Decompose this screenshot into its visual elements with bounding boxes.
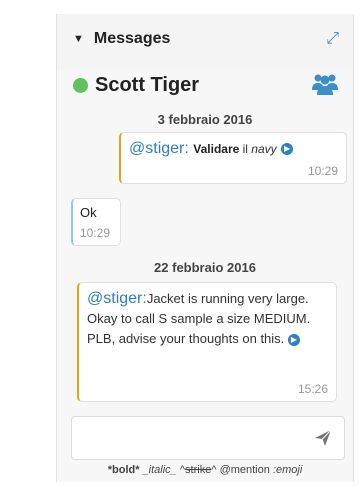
arrow-right-circle-icon[interactable]: ▶ bbox=[287, 333, 300, 346]
message-bubble-outgoing: @stiger: Validare il navy ▶ 10:29 bbox=[119, 132, 347, 184]
date-separator: 22 febbraio 2016 bbox=[154, 260, 256, 275]
expand-icon[interactable]: ⤢ bbox=[326, 30, 339, 48]
hint-italic: _italic_ bbox=[142, 464, 177, 476]
message-text: @stiger: Validare il navy ▶ bbox=[129, 140, 294, 158]
message-bubble-incoming: Ok 10:29 bbox=[71, 198, 121, 246]
online-status-icon bbox=[73, 78, 88, 93]
formatting-hint: *bold* _italic_ ^strike^ @mention :emoji bbox=[57, 464, 353, 476]
date-separator: 3 febbraio 2016 bbox=[157, 112, 253, 127]
panel-title: Messages bbox=[93, 30, 171, 47]
message-timestamp: 15:26 bbox=[297, 382, 328, 396]
hint-strike-close: ^ bbox=[211, 464, 217, 476]
message-text: Ok bbox=[80, 205, 97, 220]
message-timestamp: 10:29 bbox=[80, 226, 111, 240]
hint-mention: @mention bbox=[219, 464, 270, 476]
panel-header: ▼ Messages ⤢ bbox=[57, 14, 353, 70]
message-bubble-outgoing: @stiger:Jacket is running very large. Ok… bbox=[77, 282, 337, 402]
group-users-icon[interactable] bbox=[311, 72, 339, 101]
message-timestamp: 10:29 bbox=[307, 164, 338, 178]
hint-bold: *bold* bbox=[107, 464, 140, 476]
messages-panel: ▼ Messages ⤢ Scott Tiger 3 febbraio 2016… bbox=[56, 14, 354, 482]
bold-text: Validare bbox=[193, 142, 240, 156]
plain-text: il bbox=[239, 142, 252, 156]
arrow-right-circle-icon[interactable]: ▶ bbox=[281, 142, 294, 155]
hint-strike: strike bbox=[185, 464, 212, 476]
mention-link[interactable]: @stiger: bbox=[87, 290, 147, 307]
collapse-triangle-icon[interactable]: ▼ bbox=[73, 33, 84, 45]
mention-link[interactable]: @stiger: bbox=[129, 140, 189, 157]
hint-emoji: :emoji bbox=[272, 464, 303, 476]
contact-row: Scott Tiger bbox=[73, 74, 199, 97]
header-title-row[interactable]: ▼ Messages bbox=[73, 30, 170, 48]
send-icon[interactable] bbox=[314, 429, 332, 452]
message-text: @stiger:Jacket is running very large. Ok… bbox=[87, 289, 319, 349]
italic-text: navy bbox=[251, 142, 277, 156]
message-input[interactable] bbox=[71, 416, 345, 460]
contact-name: Scott Tiger bbox=[95, 74, 200, 96]
